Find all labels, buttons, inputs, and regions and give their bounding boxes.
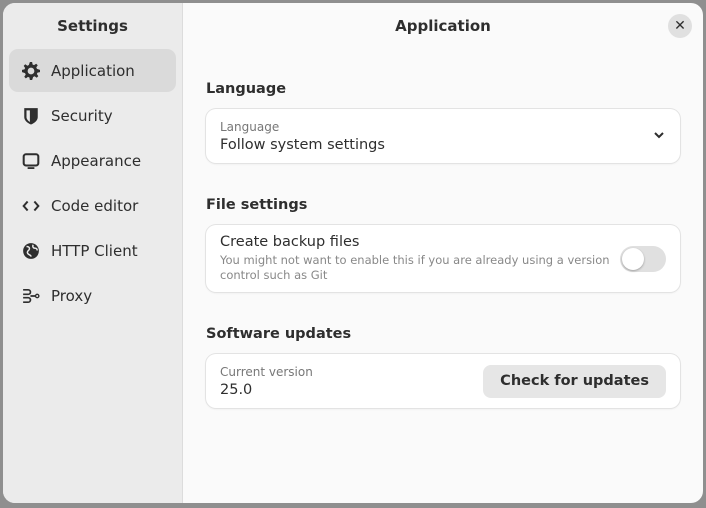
software-updates-row: Current version 25.0 Check for updates <box>206 354 680 408</box>
chevron-down-icon <box>654 132 664 139</box>
current-version-label: Current version <box>220 364 313 379</box>
check-for-updates-button[interactable]: Check for updates <box>483 364 666 398</box>
sidebar-item-label: Proxy <box>51 286 93 305</box>
backup-files-row: Create backup files You might not want t… <box>206 225 680 292</box>
section-file-settings: File settings <box>206 197 308 213</box>
current-version-value: 25.0 <box>220 381 253 398</box>
language-value: Follow system settings <box>220 136 385 153</box>
sidebar-item-appearance[interactable]: Appearance <box>9 139 176 182</box>
code-icon <box>22 200 40 211</box>
language-dropdown[interactable]: Language Follow system settings <box>206 109 680 163</box>
settings-window: Settings Application Security Appearance… <box>3 3 703 503</box>
toggle-knob <box>622 247 644 270</box>
close-icon: ✕ <box>674 18 686 34</box>
sidebar-item-label: Security <box>51 106 113 125</box>
sidebar-item-code-editor[interactable]: Code editor <box>9 184 176 227</box>
backup-description: You might not want to enable this if you… <box>220 253 610 282</box>
proxy-icon <box>23 288 40 303</box>
globe-icon <box>23 242 39 259</box>
backup-toggle[interactable] <box>620 245 666 272</box>
sidebar-item-label: Code editor <box>51 196 139 215</box>
language-label: Language <box>220 119 280 134</box>
shield-icon <box>24 107 38 124</box>
sidebar-item-label: Appearance <box>51 151 142 170</box>
sidebar-item-proxy[interactable]: Proxy <box>9 274 176 317</box>
sidebar-item-label: Application <box>51 61 135 80</box>
sidebar-item-security[interactable]: Security <box>9 94 176 137</box>
sidebar-item-label: HTTP Client <box>51 241 138 260</box>
sidebar-item-http-client[interactable]: HTTP Client <box>9 229 176 272</box>
gear-icon <box>22 61 40 80</box>
main-panel: Application ✕ Language Language Follow s… <box>183 3 703 503</box>
section-language: Language <box>206 81 287 97</box>
close-button[interactable]: ✕ <box>668 14 692 38</box>
sidebar: Settings Application Security Appearance… <box>3 3 183 503</box>
sidebar-title: Settings <box>57 17 128 35</box>
sidebar-item-application[interactable]: Application <box>9 49 176 92</box>
backup-title: Create backup files <box>220 234 360 250</box>
monitor-icon <box>22 152 40 169</box>
page-title: Application <box>395 17 491 35</box>
section-software-updates: Software updates <box>206 326 352 342</box>
